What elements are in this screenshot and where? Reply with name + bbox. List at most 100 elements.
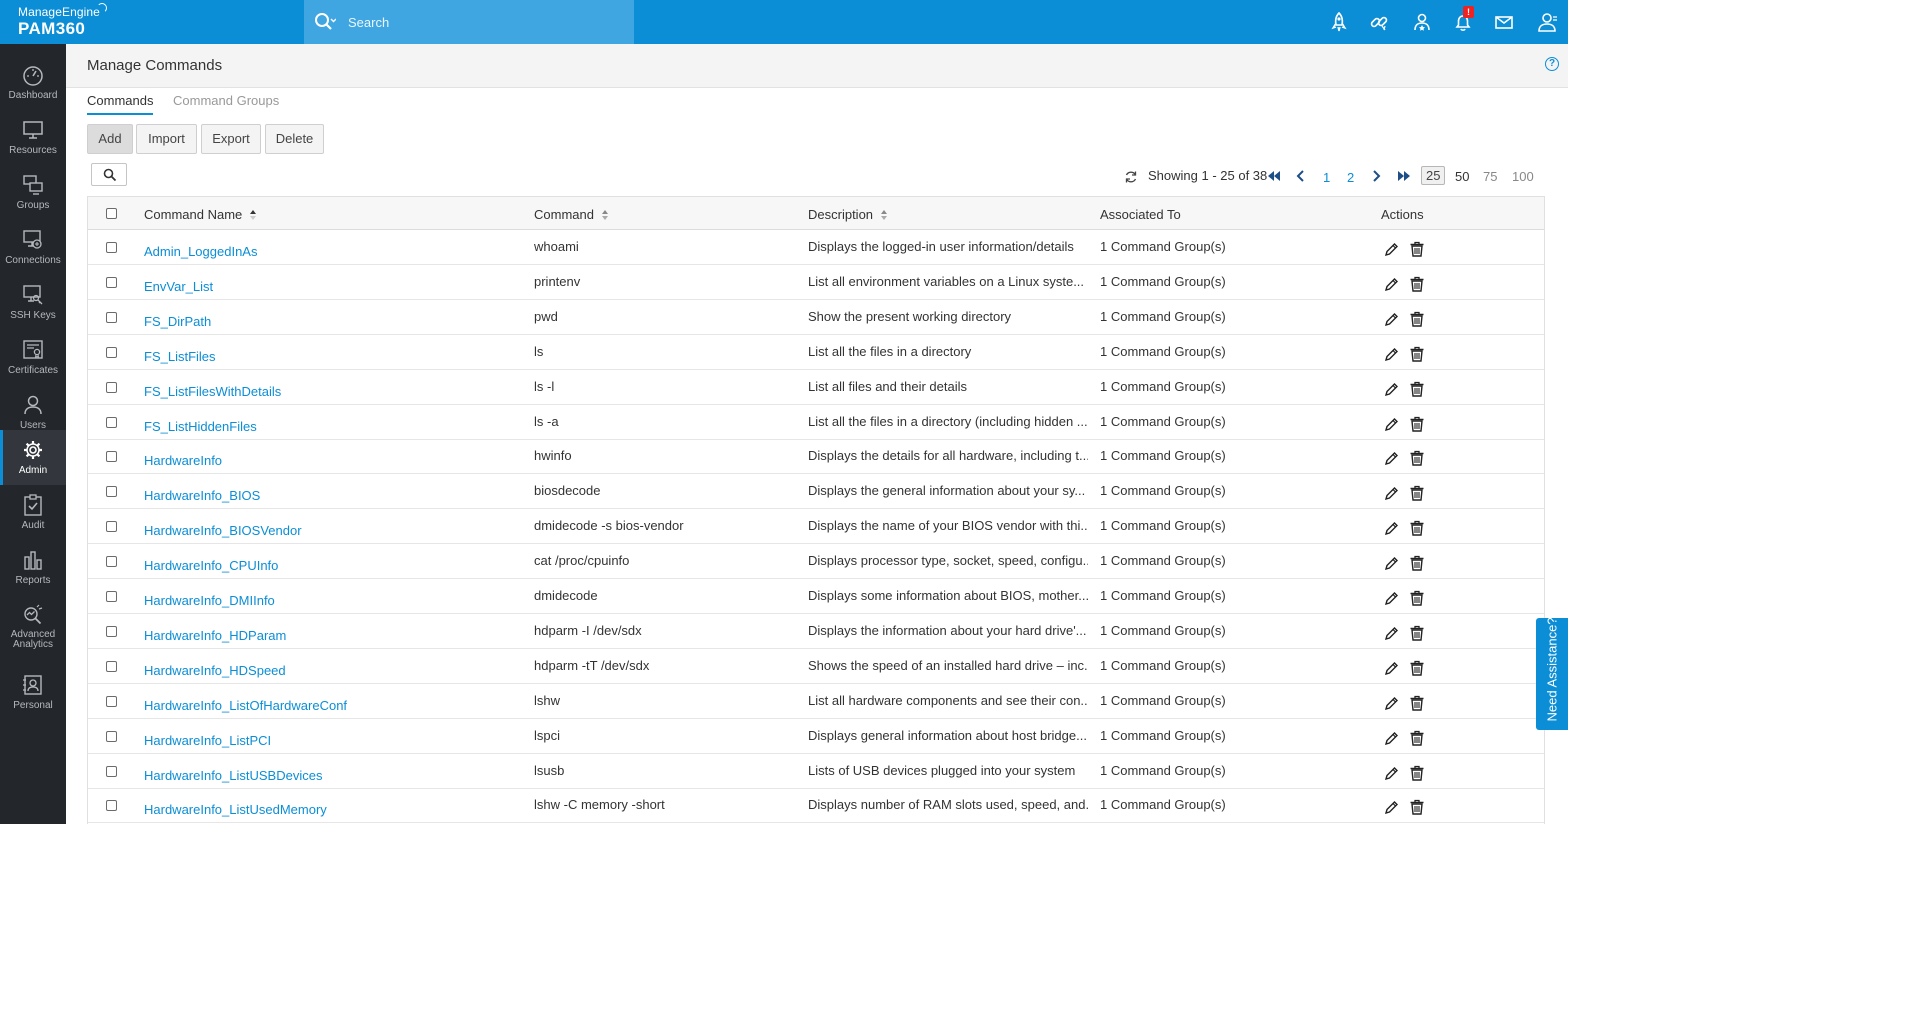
- delete-icon[interactable]: [1409, 381, 1425, 397]
- row-checkbox[interactable]: [106, 765, 117, 777]
- associated-to-link[interactable]: 1 Command Group(s): [1100, 448, 1226, 463]
- row-checkbox[interactable]: [106, 276, 117, 288]
- associated-to-link[interactable]: 1 Command Group(s): [1100, 553, 1226, 568]
- row-checkbox[interactable]: [106, 311, 117, 323]
- edit-icon[interactable]: [1384, 626, 1399, 641]
- associated-to-link[interactable]: 1 Command Group(s): [1100, 623, 1226, 638]
- delete-icon[interactable]: [1409, 276, 1425, 292]
- command-name-link[interactable]: FS_ListFiles: [144, 349, 216, 364]
- column-header-description[interactable]: Description: [808, 207, 888, 222]
- tab-command-groups[interactable]: Command Groups: [173, 93, 279, 108]
- row-checkbox[interactable]: [106, 242, 117, 253]
- previous-page-icon[interactable]: [1296, 170, 1304, 182]
- associated-to-link[interactable]: 1 Command Group(s): [1100, 588, 1226, 603]
- sidebar-item-ssh-keys[interactable]: SSH Keys: [0, 275, 66, 330]
- command-name-link[interactable]: HardwareInfo_CPUInfo: [144, 558, 278, 573]
- delete-icon[interactable]: [1409, 730, 1425, 746]
- edit-icon[interactable]: [1384, 277, 1399, 292]
- edit-icon[interactable]: [1384, 242, 1399, 257]
- edit-icon[interactable]: [1384, 556, 1399, 571]
- row-checkbox[interactable]: [106, 556, 117, 568]
- associated-to-link[interactable]: 1 Command Group(s): [1100, 728, 1226, 743]
- sidebar-item-audit[interactable]: Audit: [0, 485, 66, 540]
- global-search[interactable]: Search: [304, 0, 634, 44]
- sidebar-item-admin[interactable]: Admin: [0, 430, 66, 485]
- associated-to-link[interactable]: 1 Command Group(s): [1100, 763, 1226, 778]
- edit-icon[interactable]: [1384, 417, 1399, 432]
- next-page-icon[interactable]: [1373, 170, 1381, 182]
- delete-icon[interactable]: [1409, 346, 1425, 362]
- sidebar-item-reports[interactable]: Reports: [0, 540, 66, 595]
- mail-icon[interactable]: [1493, 11, 1515, 33]
- help-icon[interactable]: ?: [1545, 57, 1559, 71]
- command-name-link[interactable]: HardwareInfo_BIOSVendor: [144, 523, 302, 538]
- delete-icon[interactable]: [1409, 765, 1425, 781]
- associated-to-link[interactable]: 1 Command Group(s): [1100, 797, 1226, 812]
- link-icon[interactable]: [1368, 11, 1390, 33]
- delete-icon[interactable]: [1409, 799, 1425, 816]
- page-size-75[interactable]: 75: [1483, 169, 1497, 184]
- delete-icon[interactable]: [1409, 450, 1425, 467]
- row-checkbox[interactable]: [106, 381, 117, 393]
- column-header-command-name[interactable]: Command Name: [144, 207, 257, 222]
- edit-icon[interactable]: [1384, 731, 1399, 746]
- associated-to-link[interactable]: 1 Command Group(s): [1100, 239, 1226, 254]
- command-name-link[interactable]: HardwareInfo_ListUsedMemory: [144, 802, 327, 817]
- edit-icon[interactable]: [1384, 312, 1399, 327]
- associated-to-link[interactable]: 1 Command Group(s): [1100, 414, 1226, 429]
- user-icon[interactable]: [1537, 11, 1559, 33]
- command-name-link[interactable]: HardwareInfo_HDParam: [144, 628, 286, 643]
- edit-icon[interactable]: [1384, 766, 1399, 781]
- tab-commands[interactable]: Commands: [87, 93, 154, 115]
- delete-icon[interactable]: [1409, 416, 1425, 432]
- row-checkbox[interactable]: [106, 521, 117, 533]
- edit-icon[interactable]: [1384, 451, 1399, 466]
- row-checkbox[interactable]: [106, 416, 117, 428]
- edit-icon[interactable]: [1384, 382, 1399, 397]
- import-button[interactable]: Import: [136, 124, 197, 154]
- command-name-link[interactable]: HardwareInfo_BIOS: [144, 488, 260, 503]
- edit-icon[interactable]: [1384, 521, 1399, 536]
- delete-icon[interactable]: [1409, 241, 1425, 257]
- associated-to-link[interactable]: 1 Command Group(s): [1100, 344, 1226, 359]
- command-name-link[interactable]: HardwareInfo: [144, 453, 222, 468]
- command-name-link[interactable]: HardwareInfo_ListPCI: [144, 733, 271, 748]
- command-name-link[interactable]: HardwareInfo_ListOfHardwareConf: [144, 698, 347, 713]
- delete-icon[interactable]: [1409, 660, 1425, 676]
- command-name-link[interactable]: FS_ListHiddenFiles: [144, 419, 257, 434]
- command-name-link[interactable]: Admin_LoggedInAs: [144, 244, 257, 259]
- row-checkbox[interactable]: [106, 346, 117, 358]
- first-page-icon[interactable]: [1268, 171, 1280, 181]
- rocket-icon[interactable]: [1328, 11, 1350, 33]
- sidebar-item-dashboard[interactable]: Dashboard: [0, 55, 66, 110]
- add-button[interactable]: Add: [87, 124, 133, 154]
- column-header-command[interactable]: Command: [534, 207, 609, 222]
- last-page-icon[interactable]: [1398, 171, 1410, 181]
- row-checkbox[interactable]: [106, 730, 117, 742]
- associated-to-link[interactable]: 1 Command Group(s): [1100, 693, 1226, 708]
- row-checkbox[interactable]: [106, 591, 117, 602]
- sidebar-item-connections[interactable]: Connections: [0, 220, 66, 275]
- row-checkbox[interactable]: [106, 451, 117, 463]
- command-name-link[interactable]: EnvVar_List: [144, 279, 213, 294]
- associated-to-link[interactable]: 1 Command Group(s): [1100, 274, 1226, 289]
- row-checkbox[interactable]: [106, 625, 117, 637]
- edit-icon[interactable]: [1384, 486, 1399, 501]
- sidebar-item-personal[interactable]: Personal: [0, 665, 66, 720]
- export-button[interactable]: Export: [201, 124, 261, 154]
- sidebar-item-resources[interactable]: Resources: [0, 110, 66, 165]
- sidebar-item-advanced-analytics[interactable]: Advanced Analytics: [0, 595, 66, 657]
- page-size-25[interactable]: 25: [1421, 166, 1446, 185]
- command-name-link[interactable]: HardwareInfo_HDSpeed: [144, 663, 286, 678]
- need-assistance-tab[interactable]: Need Assistance?: [1536, 617, 1568, 730]
- user-star-icon[interactable]: [1411, 11, 1433, 33]
- delete-icon[interactable]: [1409, 625, 1425, 641]
- refresh-icon[interactable]: [1124, 170, 1138, 184]
- associated-to-link[interactable]: 1 Command Group(s): [1100, 309, 1226, 324]
- row-checkbox[interactable]: [106, 486, 117, 498]
- delete-icon[interactable]: [1409, 590, 1425, 606]
- row-checkbox[interactable]: [106, 800, 117, 812]
- delete-icon[interactable]: [1409, 311, 1425, 327]
- associated-to-link[interactable]: 1 Command Group(s): [1100, 379, 1226, 394]
- page-link-2[interactable]: 2: [1347, 170, 1354, 185]
